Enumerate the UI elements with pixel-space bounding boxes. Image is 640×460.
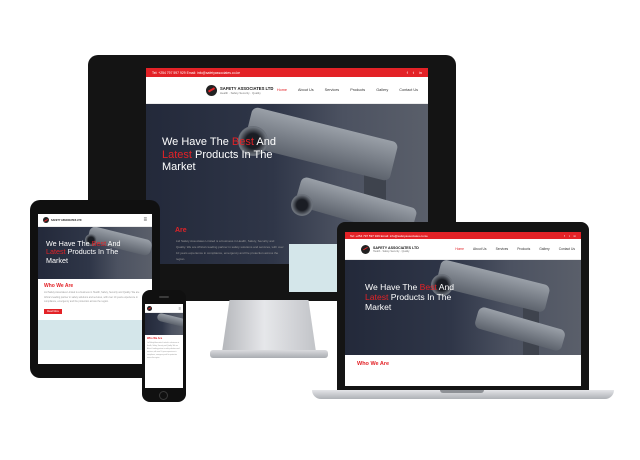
laptop-nav-products[interactable]: Products — [517, 247, 530, 251]
safety-logo-icon — [43, 217, 49, 223]
hero-line2: And — [253, 136, 276, 148]
main-navbar: SAFETY ASSOCIATES LTD Health · Safety·Se… — [146, 77, 428, 104]
tablet-about-image — [38, 319, 152, 350]
phone-navbar: ≡ — [145, 304, 183, 313]
nav-about[interactable]: About Us — [298, 88, 314, 92]
laptop-site-logo[interactable]: SAFETY ASSOCIATES LTD Health · Safety·Se… — [361, 244, 419, 254]
top-contact-bar: Tel: +254 797 597 929 Email: info@safety… — [146, 68, 428, 77]
nav-home[interactable]: Home — [277, 88, 287, 92]
tablet-hero-headline: We Have The Best And Latest Products In … — [46, 239, 121, 265]
laptop-social-icons: f t in — [564, 234, 576, 238]
monitor-base — [210, 350, 328, 358]
laptop-nav-home[interactable]: Home — [455, 247, 464, 251]
tablet-site-logo[interactable]: SAFETY ASSOCIATES LTD — [43, 217, 81, 223]
tablet-hero-banner: We Have The Best And Latest Products In … — [38, 227, 152, 279]
laptop-top-contact-bar: Tel: +254 797 597 929 Email: info@safety… — [345, 232, 581, 239]
nav-contact[interactable]: Contact Us — [399, 88, 418, 92]
logo-tagline: Health · Safety·Security · Quality — [220, 90, 261, 95]
site-logo[interactable]: SAFETY ASSOCIATES LTD Health · Safety·Se… — [206, 84, 273, 96]
phone-hero-banner — [145, 313, 183, 335]
safety-logo-icon — [206, 84, 217, 96]
linkedin-icon[interactable]: in — [419, 70, 422, 75]
monitor-stand — [222, 300, 316, 352]
nav-menu: Home About Us Services Products Gallery … — [277, 88, 418, 92]
laptop-screen: Tel: +254 797 597 929 Email: info@safety… — [345, 232, 581, 386]
hero-headline: We Have The Best And Latest Products In … — [162, 136, 276, 174]
phone-speaker — [159, 296, 169, 298]
hero-highlight-best: Best — [231, 136, 254, 148]
laptop-logo-tagline: Health · Safety·Security · Quality — [373, 249, 410, 253]
camera-2-lens — [291, 194, 313, 216]
nav-gallery[interactable]: Gallery — [376, 88, 388, 92]
tablet-frame: SAFETY ASSOCIATES LTD ≡ We Have The Best… — [30, 200, 160, 378]
laptop-notch — [440, 390, 484, 393]
tablet-section-title: Who We Are — [44, 283, 74, 289]
phone-about-text: Ltd Safety Associates Limited is a busin… — [147, 343, 180, 359]
hamburger-menu-icon[interactable]: ≡ — [179, 306, 181, 311]
nav-services[interactable]: Services — [325, 88, 340, 92]
social-icons: f t in — [407, 70, 422, 75]
laptop-nav-gallery[interactable]: Gallery — [539, 247, 549, 251]
tablet-about-text: Ltd Safety Associates Limited is a busin… — [44, 291, 140, 303]
laptop-navbar: SAFETY ASSOCIATES LTD Health · Safety·Se… — [345, 239, 581, 260]
linkedin-icon[interactable]: in — [574, 234, 576, 238]
tablet-logo-name: SAFETY ASSOCIATES LTD — [51, 218, 82, 222]
phone-frame: ≡ Who We Are Ltd Safety Associates Limit… — [142, 290, 186, 402]
contact-text: Tel: +254 797 597 929 Email: info@safety… — [152, 70, 240, 75]
desktop-section-title: Are — [175, 227, 187, 234]
laptop-nav-contact[interactable]: Contact Us — [559, 247, 575, 251]
tablet-screen: SAFETY ASSOCIATES LTD ≡ We Have The Best… — [38, 214, 152, 364]
nav-products[interactable]: Products — [350, 88, 365, 92]
desktop-about-text: Ltd Safety Associates Limited is a busin… — [176, 239, 284, 261]
safety-logo-icon — [361, 244, 370, 254]
phone-screen: ≡ Who We Are Ltd Safety Associates Limit… — [145, 304, 183, 388]
laptop-section-title: Who We Are — [357, 361, 390, 367]
phone-section-title: Who We Are — [147, 337, 163, 340]
safety-logo-icon — [147, 305, 152, 311]
facebook-icon[interactable]: f — [564, 234, 565, 238]
camera-2 — [473, 306, 567, 352]
laptop-frame: Tel: +254 797 597 929 Email: info@safety… — [337, 222, 589, 392]
twitter-icon[interactable]: t — [569, 234, 570, 238]
hero-highlight-latest: Latest — [162, 148, 192, 161]
hero-line1: We Have The — [162, 136, 232, 148]
hero-line4: Market — [162, 161, 196, 174]
camera-1 — [156, 313, 183, 328]
twitter-icon[interactable]: t — [413, 70, 414, 75]
read-more-button[interactable]: Read More — [44, 308, 62, 314]
laptop-contact-text: Tel: +254 797 597 929 Email: info@safety… — [350, 233, 428, 238]
facebook-icon[interactable]: f — [407, 70, 408, 75]
laptop-hero-headline: We Have The Best And Latest Products In … — [365, 282, 455, 312]
laptop-nav-menu: Home About Us Services Products Gallery … — [455, 247, 575, 251]
hero-line3: Products In The — [191, 148, 273, 161]
phone-home-button[interactable] — [159, 391, 168, 400]
tablet-navbar: SAFETY ASSOCIATES LTD ≡ — [38, 214, 152, 227]
hamburger-menu-icon[interactable]: ≡ — [143, 217, 147, 223]
laptop-hero-banner: We Have The Best And Latest Products In … — [345, 260, 581, 355]
laptop-nav-services[interactable]: Services — [496, 247, 509, 251]
laptop-nav-about[interactable]: About Us — [473, 247, 487, 251]
